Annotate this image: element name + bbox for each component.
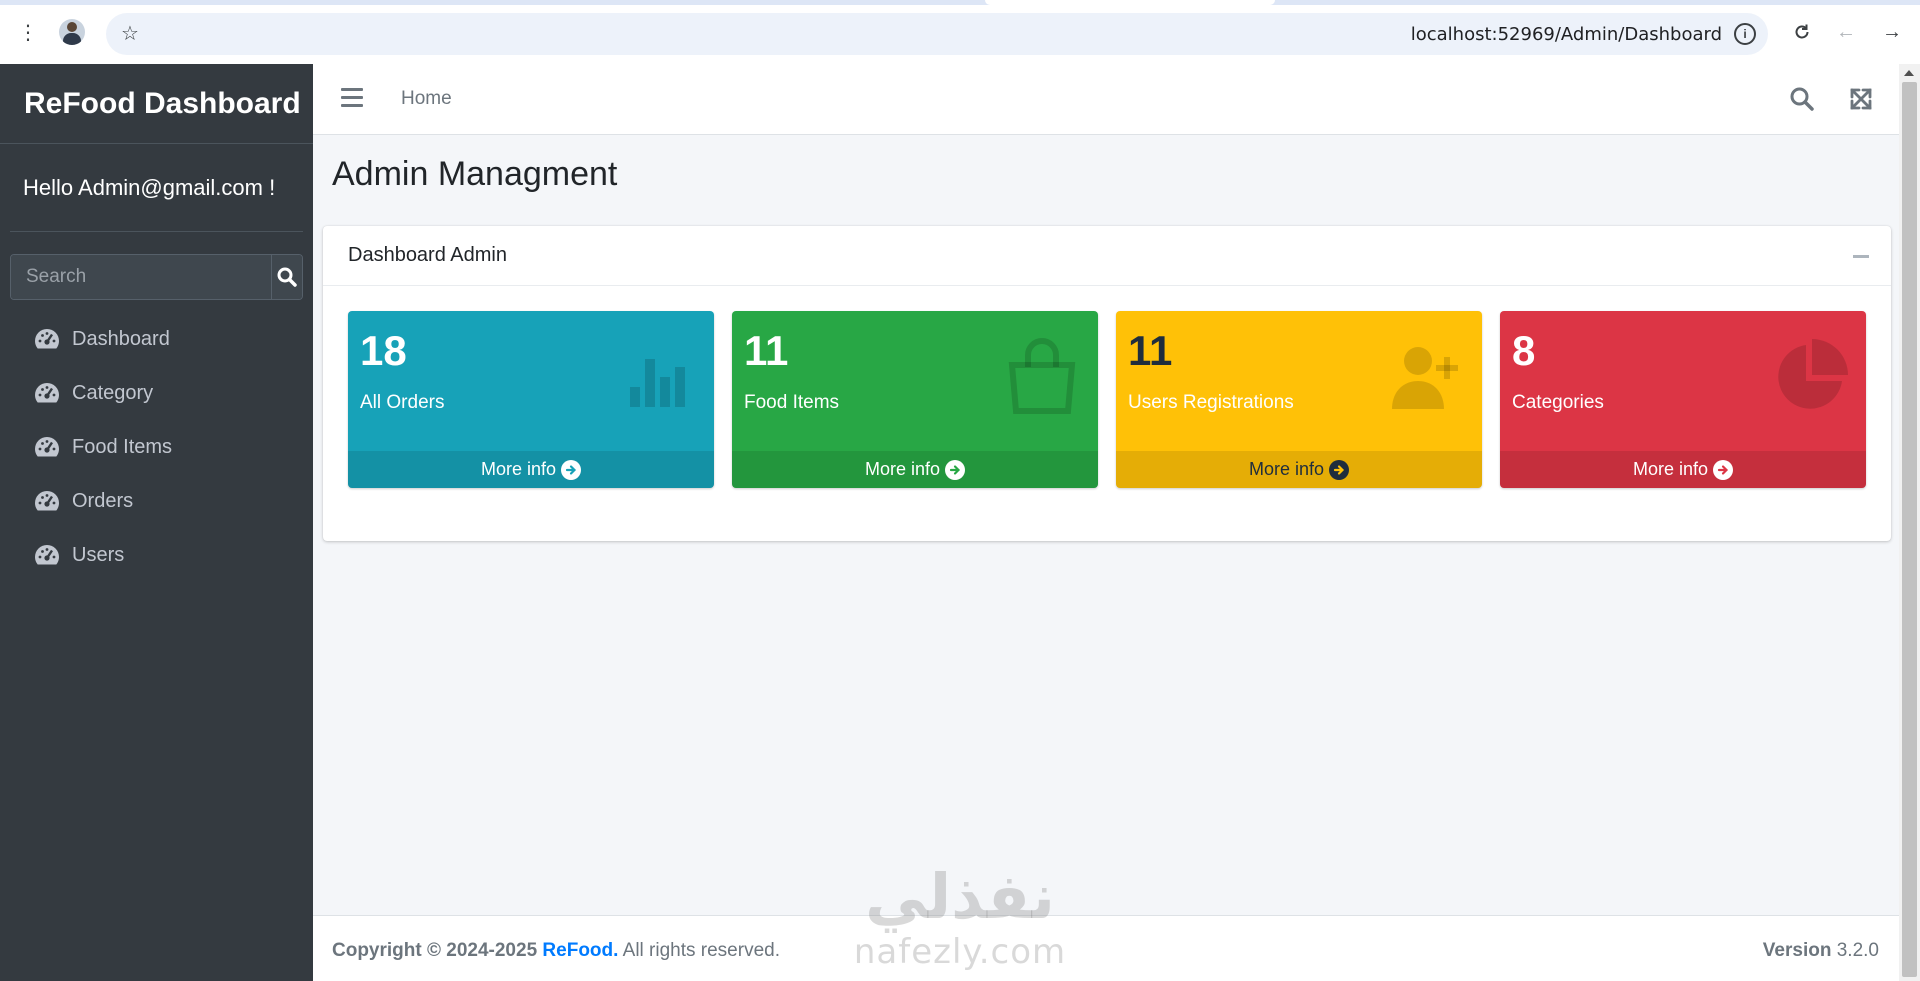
more-info-label: More info bbox=[864, 459, 941, 479]
brand-link[interactable]: ReFood Dashboard bbox=[0, 64, 313, 144]
watermark-latin: nafezly.com bbox=[853, 932, 1067, 972]
sidebar-item-orders[interactable]: Orders bbox=[0, 474, 313, 528]
watermark-logo: نفذلي nafezly.com bbox=[840, 866, 1080, 978]
arrow-circle-right-icon bbox=[561, 459, 582, 480]
copyright: Copyright © 2024-2025 ReFood. All rights… bbox=[332, 940, 780, 962]
hamburger-menu-icon[interactable] bbox=[341, 88, 363, 110]
pie-chart-icon bbox=[1778, 339, 1848, 409]
stat-value: 8 bbox=[1512, 327, 1536, 374]
back-arrow-icon[interactable]: ← bbox=[1830, 16, 1862, 48]
stat-box-orders: 18 All Orders More info bbox=[348, 311, 714, 488]
stat-label: All Orders bbox=[360, 392, 445, 413]
tachometer-icon bbox=[35, 329, 59, 349]
sidebar-item-label: Food Items bbox=[72, 435, 173, 458]
version-value: 3.2.0 bbox=[1836, 940, 1879, 961]
profile-avatar[interactable] bbox=[59, 19, 85, 45]
user-panel: Hello Admin@gmail.com ! bbox=[10, 144, 303, 232]
sidebar-item-dashboard[interactable]: Dashboard bbox=[0, 312, 313, 366]
stat-label: Categories bbox=[1512, 392, 1604, 413]
menu-dots-icon[interactable]: ⋮ bbox=[12, 16, 44, 48]
browser-toolbar: ⋮ ☆ localhost:52969/Admin/Dashboard i ← … bbox=[0, 0, 1920, 64]
sidebar-item-users[interactable]: Users bbox=[0, 528, 313, 582]
stat-label: Users Registrations bbox=[1128, 392, 1294, 413]
page-title: Admin Managment bbox=[332, 155, 618, 193]
collapse-minus-icon[interactable] bbox=[1853, 255, 1869, 258]
rights-text: All rights reserved. bbox=[622, 940, 780, 961]
brand-title: ReFood Dashboard bbox=[24, 86, 301, 120]
active-tab[interactable] bbox=[985, 0, 1275, 5]
more-info-link[interactable]: More info bbox=[1500, 451, 1866, 488]
reload-icon[interactable] bbox=[1786, 16, 1818, 48]
address-bar[interactable]: ☆ localhost:52969/Admin/Dashboard i bbox=[106, 13, 1768, 55]
sidebar-item-label: Category bbox=[72, 381, 154, 404]
sidebar-item-category[interactable]: Category bbox=[0, 366, 313, 420]
watermark-arabic: نفذلي bbox=[865, 860, 1055, 933]
stat-value: 11 bbox=[744, 327, 789, 374]
card-title: Dashboard Admin bbox=[348, 244, 507, 266]
tab-strip bbox=[0, 0, 1920, 5]
version-label: Version bbox=[1762, 940, 1832, 961]
dashboard-card: Dashboard Admin 18 All Orders More info … bbox=[323, 226, 1891, 541]
page-scrollbar[interactable] bbox=[1899, 64, 1920, 981]
stat-label: Food Items bbox=[744, 392, 840, 413]
stat-box-users: 11 Users Registrations More info bbox=[1116, 311, 1482, 488]
bookmark-star-icon[interactable]: ☆ bbox=[118, 22, 142, 46]
more-info-link[interactable]: More info bbox=[732, 451, 1098, 488]
site-info-icon[interactable]: i bbox=[1734, 23, 1756, 45]
sidebar-search bbox=[10, 254, 303, 300]
scroll-up-arrow-icon[interactable] bbox=[1904, 70, 1914, 76]
bar-chart-icon bbox=[630, 359, 685, 407]
sidebar-search-input[interactable] bbox=[11, 255, 271, 299]
stat-box-categories: 8 Categories More info bbox=[1500, 311, 1866, 488]
sidebar-search-button[interactable] bbox=[271, 255, 302, 299]
sidebar-item-label: Orders bbox=[72, 489, 134, 512]
arrow-circle-right-icon bbox=[1713, 459, 1734, 480]
arrow-circle-right-icon bbox=[1329, 459, 1350, 480]
arrow-circle-right-icon bbox=[945, 459, 966, 480]
page-footer: Copyright © 2024-2025 ReFood. All rights… bbox=[313, 915, 1899, 981]
home-link[interactable]: Home bbox=[401, 88, 452, 110]
copyright-text: Copyright © 2024-2025 bbox=[332, 940, 538, 961]
sidebar-item-label: Dashboard bbox=[72, 327, 170, 350]
tachometer-icon bbox=[35, 545, 59, 565]
footer-brand-link[interactable]: ReFood. bbox=[542, 940, 618, 961]
main-content: Admin Managment Dashboard Admin 18 All O… bbox=[313, 135, 1899, 915]
tachometer-icon bbox=[35, 491, 59, 511]
more-info-label: More info bbox=[480, 459, 557, 479]
url-text[interactable]: localhost:52969/Admin/Dashboard bbox=[1411, 24, 1722, 45]
more-info-label: More info bbox=[1632, 459, 1709, 479]
top-navbar: Home bbox=[313, 64, 1899, 135]
tachometer-icon bbox=[35, 383, 59, 403]
search-icon[interactable] bbox=[1789, 86, 1815, 112]
stat-value: 18 bbox=[360, 327, 407, 374]
card-header: Dashboard Admin bbox=[323, 226, 1891, 286]
fullscreen-icon[interactable] bbox=[1848, 86, 1874, 112]
more-info-label: More info bbox=[1248, 459, 1325, 479]
sidebar: ReFood Dashboard Hello Admin@gmail.com !… bbox=[0, 64, 313, 981]
search-icon bbox=[277, 267, 297, 287]
sidebar-item-food-items[interactable]: Food Items bbox=[0, 420, 313, 474]
more-info-link[interactable]: More info bbox=[1116, 451, 1482, 488]
stat-box-food-items: 11 Food Items More info bbox=[732, 311, 1098, 488]
shopping-bag-icon bbox=[1008, 338, 1076, 414]
more-info-link[interactable]: More info bbox=[348, 451, 714, 488]
sidebar-nav: Dashboard Category Food Items Orders Use… bbox=[0, 312, 313, 582]
stat-value: 11 bbox=[1128, 327, 1173, 374]
version-info: Version 3.2.0 bbox=[1763, 940, 1879, 962]
forward-arrow-icon[interactable]: → bbox=[1876, 16, 1908, 48]
tachometer-icon bbox=[35, 437, 59, 457]
user-plus-icon bbox=[1392, 347, 1458, 409]
sidebar-item-label: Users bbox=[72, 543, 125, 566]
user-greeting: Hello Admin@gmail.com ! bbox=[23, 174, 276, 200]
scroll-thumb[interactable] bbox=[1902, 82, 1917, 977]
